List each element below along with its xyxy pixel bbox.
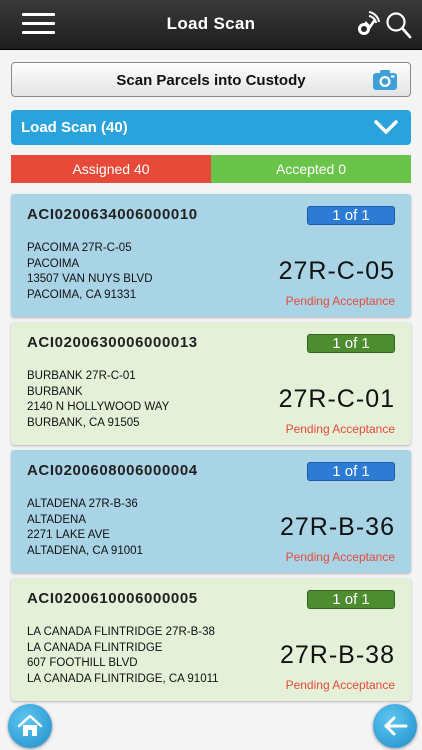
back-button[interactable] [373,704,417,748]
status-text: Pending Acceptance [285,422,395,436]
route-code: 27R-B-38 [280,641,395,669]
address-line: PACOIMA, CA 91331 [27,288,137,301]
status-bar: Assigned 40 Accepted 0 [11,155,411,183]
status-text: Pending Acceptance [285,678,395,692]
back-arrow-icon [384,716,408,736]
route-code: 27R-C-01 [278,385,395,413]
parcel-address: PACOIMA 27R-C-05 PACOIMA 13507 VAN NUYS … [27,241,153,303]
address-line: BURBANK, CA 91505 [27,416,140,429]
parcel-id: ACI0200610006000005 [27,590,198,607]
load-scan-label: Load Scan (40) [21,119,128,136]
address-line: 2140 N HOLLYWOOD WAY [27,401,170,413]
status-text: Pending Acceptance [285,294,395,308]
count-badge: 1 of 1 [307,590,395,609]
address-line: 13507 VAN NUYS BLVD [27,273,153,285]
address-line: ALTADENA 27R-B-36 [27,498,138,510]
parcel-id: ACI0200630006000013 [27,334,198,351]
address-line: 607 FOOTHILL BLVD [27,657,138,669]
count-badge: 1 of 1 [307,334,395,353]
scan-signal-icon[interactable] [352,9,380,39]
address-line: BURBANK [27,385,83,398]
assigned-tab[interactable]: Assigned 40 [11,155,211,183]
address-line: ALTADENA [27,513,87,526]
count-badge: 1 of 1 [307,462,395,481]
parcel-card[interactable]: ACI0200608006000004 1 of 1 ALTADENA 27R-… [11,450,411,573]
parcel-address: ALTADENA 27R-B-36 ALTADENA 2271 LAKE AVE… [27,497,143,559]
address-line: PACOIMA 27R-C-05 [27,242,132,254]
parcel-card[interactable]: ACI0200610006000005 1 of 1 LA CANADA FLI… [11,578,411,701]
parcel-address: LA CANADA FLINTRIDGE 27R-B-38 LA CANADA … [27,625,219,687]
count-badge: 1 of 1 [307,206,395,225]
address-line: LA CANADA FLINTRIDGE [27,641,163,654]
parcel-address: BURBANK 27R-C-01 BURBANK 2140 N HOLLYWOO… [27,369,169,431]
chevron-down-icon[interactable] [373,118,399,136]
accepted-tab[interactable]: Accepted 0 [211,155,411,183]
parcel-card[interactable]: ACI0200630006000013 1 of 1 BURBANK 27R-C… [11,322,411,445]
home-icon [17,714,43,736]
address-line: PACOIMA [27,257,80,270]
parcel-id: ACI0200634006000010 [27,206,198,223]
top-bar: Load Scan [0,0,422,50]
address-line: 2271 LAKE AVE [27,529,110,541]
camera-icon[interactable] [372,69,398,91]
parcel-card[interactable]: ACI0200634006000010 1 of 1 PACOIMA 27R-C… [11,194,411,317]
address-line: LA CANADA FLINTRIDGE, CA 91011 [27,672,219,685]
address-line: LA CANADA FLINTRIDGE 27R-B-38 [27,626,215,638]
search-icon[interactable] [384,10,412,40]
load-scan-header[interactable]: Load Scan (40) [11,110,411,145]
scan-parcels-label: Scan Parcels into Custody [116,72,306,89]
address-line: ALTADENA, CA 91001 [27,544,143,557]
home-button[interactable] [8,704,52,748]
scan-parcels-button[interactable]: Scan Parcels into Custody [11,62,411,97]
status-text: Pending Acceptance [285,550,395,564]
parcel-id: ACI0200608006000004 [27,462,198,479]
route-code: 27R-C-05 [278,257,395,285]
address-line: BURBANK 27R-C-01 [27,370,136,382]
route-code: 27R-B-36 [280,513,395,541]
